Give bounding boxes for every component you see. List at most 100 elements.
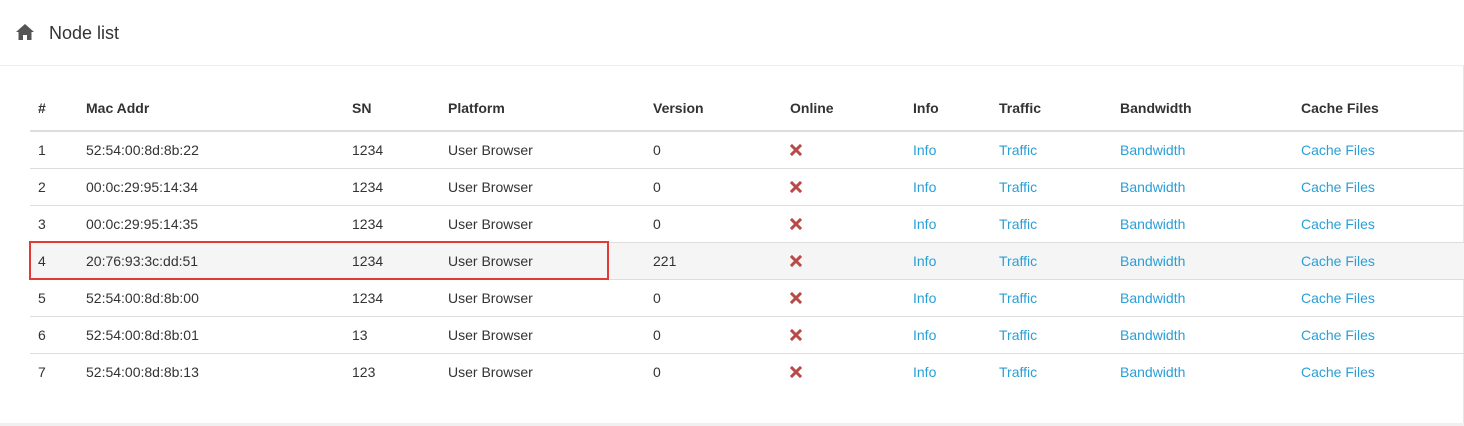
home-icon — [16, 24, 34, 40]
bandwidth-link[interactable]: Bandwidth — [1120, 142, 1185, 158]
online-status — [782, 315, 905, 353]
traffic-link[interactable]: Traffic — [999, 216, 1037, 232]
table-row: 2 00:0c:29:95:14:34 1234 User Browser 0 … — [30, 167, 1464, 205]
offline-x-icon — [790, 180, 802, 193]
mac-addr: 20:76:93:3c:dd:51 — [78, 241, 344, 279]
traffic-link[interactable]: Traffic — [999, 327, 1037, 343]
mac-addr: 00:0c:29:95:14:35 — [78, 204, 344, 242]
column-header-platform: Platform — [440, 86, 645, 132]
traffic-link[interactable]: Traffic — [999, 364, 1037, 380]
version: 0 — [645, 352, 782, 390]
page-title: Node list — [49, 23, 120, 43]
cache-files-link[interactable]: Cache Files — [1301, 364, 1375, 380]
version: 0 — [645, 204, 782, 242]
info-link[interactable]: Info — [913, 327, 936, 343]
traffic-link[interactable]: Traffic — [999, 142, 1037, 158]
platform: User Browser — [448, 141, 533, 158]
info-link[interactable]: Info — [913, 364, 936, 380]
info-link[interactable]: Info — [913, 179, 936, 195]
column-header-info: Info — [905, 86, 991, 132]
offline-x-icon — [790, 254, 802, 267]
platform: User Browser — [440, 315, 645, 353]
table-row: 7 52:54:00:8d:8b:13 123 User Browser 0 I… — [30, 352, 1464, 390]
bandwidth-link[interactable]: Bandwidth — [1120, 216, 1185, 232]
column-header-num: # — [30, 86, 78, 132]
cache-files-link[interactable]: Cache Files — [1301, 290, 1375, 306]
row-number: 3 — [30, 204, 78, 242]
traffic-link[interactable]: Traffic — [999, 290, 1037, 306]
row-number: 5 — [30, 278, 78, 316]
cache-files-link[interactable]: Cache Files — [1301, 327, 1375, 343]
version: 0 — [645, 278, 782, 316]
mac-addr: 00:0c:29:95:14:34 — [78, 167, 344, 205]
mac-addr: 52:54:00:8d:8b:22 — [86, 141, 199, 158]
mac-addr: 52:54:00:8d:8b:13 — [78, 352, 344, 390]
serial-number: 1234 — [344, 204, 440, 242]
mac-addr: 52:54:00:8d:8b:01 — [78, 315, 344, 353]
info-link[interactable]: Info — [913, 142, 936, 158]
info-link[interactable]: Info — [913, 216, 936, 232]
row-number: 6 — [30, 315, 78, 353]
offline-x-icon — [790, 217, 802, 230]
bandwidth-link[interactable]: Bandwidth — [1120, 253, 1185, 269]
table-row: 6 52:54:00:8d:8b:01 13 User Browser 0 In… — [30, 315, 1464, 353]
panel-header: Node list — [0, 0, 1464, 66]
column-header-traffic: Traffic — [991, 86, 1112, 132]
bandwidth-link[interactable]: Bandwidth — [1120, 364, 1185, 380]
info-link[interactable]: Info — [913, 253, 936, 269]
version: 0 — [645, 315, 782, 353]
row-number: 2 — [30, 167, 78, 205]
online-status — [782, 278, 905, 316]
online-status — [782, 131, 905, 168]
column-header-mac: Mac Addr — [78, 86, 344, 132]
cache-files-link[interactable]: Cache Files — [1301, 253, 1375, 269]
serial-number: 1234 — [344, 167, 440, 205]
node-table: # Mac Addr SN Platform Version Online In… — [30, 86, 1464, 390]
node-list-panel: Node list # Mac Addr SN Platform Version… — [0, 0, 1464, 426]
column-header-bandwidth: Bandwidth — [1112, 86, 1293, 132]
serial-number: 1234 — [344, 278, 440, 316]
bandwidth-link[interactable]: Bandwidth — [1120, 179, 1185, 195]
platform: User Browser — [440, 278, 645, 316]
bandwidth-link[interactable]: Bandwidth — [1120, 327, 1185, 343]
serial-number: 123 — [344, 352, 440, 390]
table-row: 5 52:54:00:8d:8b:00 1234 User Browser 0 … — [30, 278, 1464, 316]
serial-number: 1234 — [344, 241, 440, 279]
row-number: 4 — [30, 241, 78, 279]
version: 0 — [653, 141, 661, 158]
column-header-sn: SN — [344, 86, 440, 132]
platform: User Browser — [440, 204, 645, 242]
mac-addr: 52:54:00:8d:8b:00 — [78, 278, 344, 316]
column-header-cache-files: Cache Files — [1293, 86, 1464, 132]
online-status — [782, 167, 905, 205]
online-status — [782, 204, 905, 242]
platform: User Browser — [440, 241, 645, 279]
cache-files-link[interactable]: Cache Files — [1301, 142, 1375, 158]
offline-x-icon — [790, 143, 802, 156]
version: 0 — [645, 167, 782, 205]
table-row: 3 00:0c:29:95:14:35 1234 User Browser 0 … — [30, 204, 1464, 242]
platform: User Browser — [440, 352, 645, 390]
traffic-link[interactable]: Traffic — [999, 253, 1037, 269]
table-header-row: # Mac Addr SN Platform Version Online In… — [30, 86, 1464, 132]
platform: User Browser — [440, 167, 645, 205]
online-status — [782, 352, 905, 390]
bandwidth-link[interactable]: Bandwidth — [1120, 290, 1185, 306]
offline-x-icon — [790, 328, 802, 341]
serial-number: 1234 — [352, 141, 384, 158]
row-number: 1 — [38, 141, 46, 158]
info-link[interactable]: Info — [913, 290, 936, 306]
table-row-highlighted: 4 20:76:93:3c:dd:51 1234 User Browser 22… — [30, 241, 1464, 279]
serial-number: 13 — [344, 315, 440, 353]
version: 221 — [645, 241, 782, 279]
table-row: 1 52:54:00:8d:8b:22 1234 User Browser 0 … — [30, 131, 1464, 168]
offline-x-icon — [790, 291, 802, 304]
column-header-version: Version — [645, 86, 782, 132]
cache-files-link[interactable]: Cache Files — [1301, 216, 1375, 232]
traffic-link[interactable]: Traffic — [999, 179, 1037, 195]
offline-x-icon — [790, 365, 802, 378]
online-status — [782, 241, 905, 279]
row-number: 7 — [30, 352, 78, 390]
cache-files-link[interactable]: Cache Files — [1301, 179, 1375, 195]
column-header-online: Online — [782, 86, 905, 132]
